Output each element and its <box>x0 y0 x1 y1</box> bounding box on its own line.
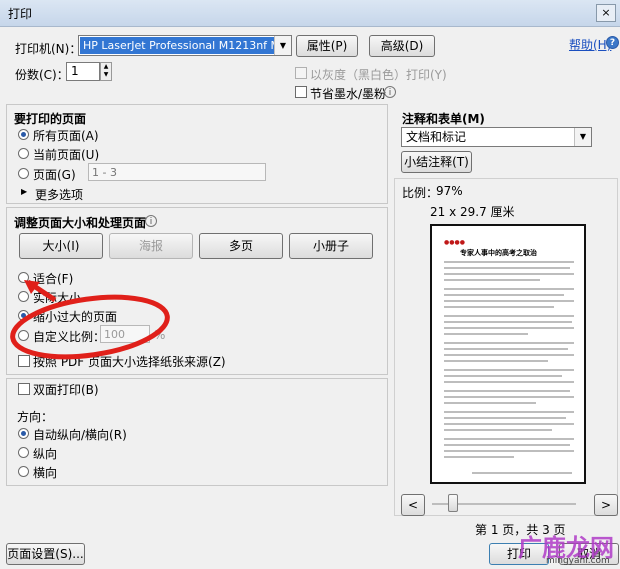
printer-select[interactable]: HP LaserJet Professional M1213nf MFP ▼ <box>78 35 292 56</box>
radio-page-range[interactable] <box>18 168 29 179</box>
all-pages-label: 所有页面(A) <box>33 129 99 143</box>
help-icon[interactable]: ? <box>606 36 619 49</box>
multiple-tab-button[interactable]: 多页 <box>199 233 283 259</box>
grayscale-label: 以灰度（黑白色）打印(Y) <box>310 68 447 82</box>
printer-label: 打印机(N)： <box>15 42 82 56</box>
pdf-source-checkbox[interactable] <box>18 355 30 367</box>
custom-scale-input[interactable] <box>100 325 150 343</box>
duplex-label: 双面打印(B) <box>33 383 99 397</box>
doc-title: 专家人事中的高考之取治 <box>460 249 537 257</box>
expand-arrow-icon[interactable]: ▶ <box>21 187 27 196</box>
properties-button[interactable]: 属性(P) <box>296 35 358 57</box>
booklet-tab-button[interactable]: 小册子 <box>289 233 373 259</box>
close-icon[interactable]: × <box>596 4 616 22</box>
save-ink-checkbox[interactable] <box>295 86 307 98</box>
portrait-label: 纵向 <box>33 447 58 461</box>
radio-landscape[interactable] <box>18 466 29 477</box>
summarize-comments-button[interactable]: 小结注释(T) <box>401 151 472 173</box>
actual-size-label: 实际大小 <box>33 291 82 305</box>
copies-input[interactable]: 1 <box>66 62 100 81</box>
info-icon[interactable]: i <box>384 86 396 98</box>
radio-all-pages[interactable] <box>18 129 29 140</box>
printer-selected-value: HP LaserJet Professional M1213nf MFP <box>80 37 274 54</box>
auto-orientation-label: 自动纵向/横向(R) <box>33 428 127 442</box>
prev-page-button[interactable]: < <box>401 494 425 516</box>
page-range-label: 页面(G) <box>33 168 76 182</box>
chevron-down-icon: ▼ <box>274 36 291 55</box>
advanced-button[interactable]: 高级(D) <box>369 35 435 57</box>
radio-current-page[interactable] <box>18 148 29 159</box>
copies-label: 份数(C)： <box>15 68 69 82</box>
preview-page: ●●●● 专家人事中的高考之取治 <box>430 224 586 484</box>
size-tab-button[interactable]: 大小(I) <box>19 233 103 259</box>
sizing-heading: 调整页面大小和处理页面 <box>14 216 147 230</box>
current-page-label: 当前页面(U) <box>33 148 100 162</box>
chevron-right-icon: > <box>600 498 612 512</box>
comments-heading: 注释和表单(M) <box>402 112 485 126</box>
chevron-left-icon: < <box>407 498 419 512</box>
doc-logo: ●●●● <box>444 239 465 246</box>
shrink-label: 缩小过大的页面 <box>33 310 118 324</box>
paper-size: 21 x 29.7 厘米 <box>430 205 515 219</box>
watermark-url: mingyanl.com <box>546 556 610 566</box>
copies-stepper[interactable]: ▲ ▼ <box>100 62 112 81</box>
save-ink-label: 节省墨水/墨粉 <box>310 87 387 101</box>
landscape-label: 横向 <box>33 466 58 480</box>
more-options-link[interactable]: 更多选项 <box>35 186 83 203</box>
custom-scale-label: 自定义比例： <box>33 330 106 344</box>
fit-label: 适合(F) <box>33 272 74 286</box>
duplex-checkbox[interactable] <box>18 383 30 395</box>
next-page-button[interactable]: > <box>594 494 618 516</box>
page-range-input[interactable] <box>88 163 266 181</box>
radio-custom-scale[interactable] <box>18 330 29 341</box>
help-link[interactable]: 帮助(H) <box>569 36 611 53</box>
title-bar: 打印 × <box>0 0 620 27</box>
radio-fit[interactable] <box>18 272 29 283</box>
pdf-source-label: 按照 PDF 页面大小选择纸张来源(Z) <box>33 355 226 369</box>
radio-portrait[interactable] <box>18 447 29 458</box>
pages-heading: 要打印的页面 <box>14 112 87 126</box>
poster-tab-button[interactable]: 海报 <box>109 233 193 259</box>
window-title: 打印 <box>8 7 33 21</box>
chevron-down-icon: ▼ <box>574 128 591 146</box>
comments-select[interactable]: 文档和标记 ▼ <box>401 127 592 147</box>
percent-label: % <box>154 328 166 342</box>
scale-label: 比例： <box>402 186 439 200</box>
comments-selected-value: 文档和标记 <box>406 130 467 144</box>
radio-actual-size[interactable] <box>18 291 29 302</box>
radio-auto-orientation[interactable] <box>18 428 29 439</box>
scale-value: 97% <box>436 184 463 198</box>
page-slider-handle[interactable] <box>448 494 458 512</box>
page-setup-button[interactable]: 页面设置(S)... <box>6 543 85 565</box>
info-icon[interactable]: i <box>145 215 157 227</box>
grayscale-checkbox[interactable] <box>295 67 307 79</box>
orientation-heading: 方向： <box>17 410 54 424</box>
radio-shrink[interactable] <box>18 310 29 321</box>
